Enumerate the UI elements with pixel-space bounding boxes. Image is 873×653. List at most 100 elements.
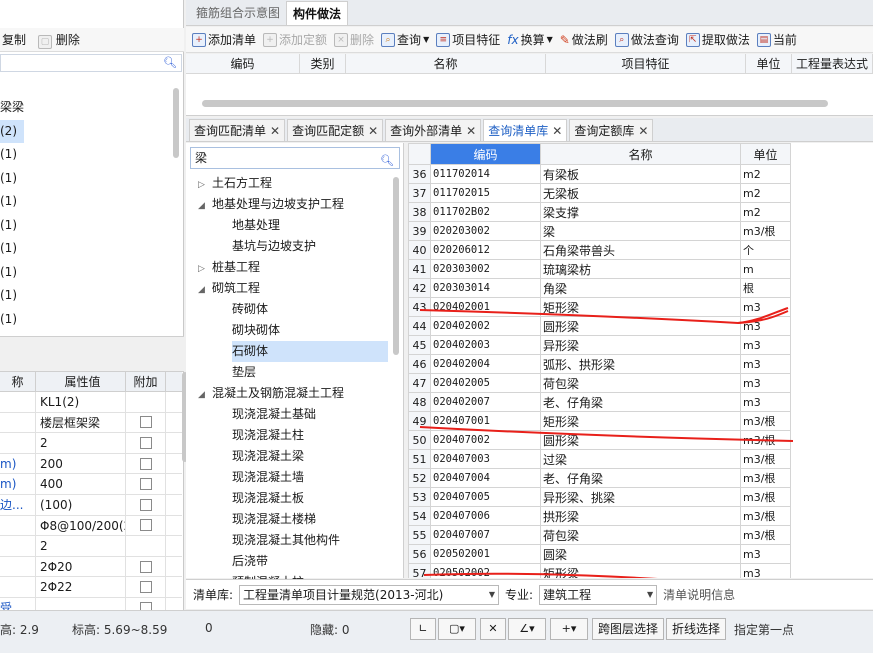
copy-button[interactable]: 复制	[2, 31, 26, 48]
collapse-icon[interactable]: ◢	[198, 280, 212, 299]
cell-name[interactable]: 荷包梁	[540, 525, 741, 545]
property-row[interactable]: KL1(2)	[0, 392, 182, 413]
property-row[interactable]: 2	[0, 536, 182, 557]
table-row[interactable]: 48 020402007 老、仔角梁 m3	[408, 392, 791, 412]
cell-code[interactable]: 020402007	[430, 392, 541, 412]
library-tree-item[interactable]: 现浇混凝土板	[186, 488, 388, 509]
cell-name[interactable]: 石角梁带兽头	[540, 240, 741, 260]
cell-unit[interactable]: m3/根	[740, 430, 791, 450]
extra-checkbox[interactable]	[139, 581, 152, 594]
property-value[interactable]: 400	[36, 474, 126, 494]
collapse-icon[interactable]: ◢	[198, 385, 212, 404]
line-style-icon[interactable]: +▾	[550, 618, 588, 640]
add-list-button[interactable]: + 添加清单	[192, 31, 256, 48]
extra-checkbox[interactable]	[139, 560, 152, 573]
cell-code[interactable]: 020407005	[430, 487, 541, 507]
property-row[interactable]: m) 200	[0, 453, 182, 475]
property-row[interactable]: 边... (100)	[0, 494, 182, 516]
cell-name[interactable]: 角梁	[540, 278, 741, 298]
cell-unit[interactable]: m3/根	[740, 487, 791, 507]
search-icon[interactable]: 🔍︎	[163, 56, 177, 69]
property-row[interactable]: Φ8@100/200(2	[0, 515, 182, 537]
close-icon[interactable]: ✕	[466, 124, 476, 138]
property-value[interactable]: 2	[36, 433, 126, 453]
library-tree-item[interactable]: ◢ 砌筑工程	[186, 278, 388, 299]
table-row[interactable]: 39 020203002 梁 m3/根	[408, 221, 791, 241]
cell-name[interactable]: 老、仔角梁	[540, 468, 741, 488]
table-row[interactable]: 50 020407002 圆形梁 m3/根	[408, 430, 791, 450]
cell-code[interactable]: 020402005	[430, 373, 541, 393]
cell-unit[interactable]: m3/根	[740, 506, 791, 526]
expand-icon[interactable]: ▷	[198, 175, 212, 194]
add-quota-button[interactable]: + 添加定额	[263, 31, 327, 48]
query-tab[interactable]: 查询定额库 ✕	[569, 119, 654, 141]
search-icon[interactable]: 🔍︎	[380, 151, 394, 171]
cell-unit[interactable]: m2	[740, 202, 791, 222]
library-tree-item[interactable]: ▷ 桩基工程	[186, 257, 388, 278]
list-explain-link[interactable]: 清单说明信息	[663, 586, 735, 603]
method-brush-button[interactable]: ✎ 做法刷	[560, 31, 608, 48]
query-tab[interactable]: 查询匹配定额 ✕	[287, 119, 384, 141]
close-icon[interactable]: ✕	[552, 124, 562, 138]
library-tree-item[interactable]: 基坑与边坡支护	[186, 236, 388, 257]
table-row[interactable]: 46 020402004 弧形、拱形梁 m3	[408, 354, 791, 374]
table-row[interactable]: 47 020402005 荷包梁 m3	[408, 373, 791, 393]
property-row[interactable]: 2	[0, 433, 182, 454]
project-feature-button[interactable]: ≡ 项目特征	[436, 31, 500, 48]
tree-item[interactable]: (1)	[0, 237, 168, 261]
table-row[interactable]: 41 020303002 琉璃梁枋 m	[408, 259, 791, 279]
query-tab[interactable]: 查询清单库 ✕	[483, 119, 568, 141]
left-search-input[interactable]: 🔍︎	[0, 54, 182, 72]
cell-name[interactable]: 琉璃梁枋	[540, 259, 741, 279]
delete-button[interactable]: × 删除	[334, 31, 374, 48]
table-row[interactable]: 52 020407004 老、仔角梁 m3/根	[408, 468, 791, 488]
property-row[interactable]: 楼层框架梁	[0, 412, 182, 434]
library-search-input[interactable]: 梁 🔍︎	[190, 147, 400, 169]
library-tree-item[interactable]: 砌块砌体	[186, 320, 388, 341]
cell-code[interactable]: 020407001	[430, 411, 541, 431]
ortho-icon[interactable]: ∟	[410, 618, 436, 640]
cell-name[interactable]: 异形梁	[540, 335, 741, 355]
cell-unit[interactable]: m3/根	[740, 221, 791, 241]
table-row[interactable]: 51 020407003 过梁 m3/根	[408, 449, 791, 469]
property-row[interactable]: 2Φ22	[0, 577, 182, 598]
cell-name[interactable]: 拱形梁	[540, 506, 741, 526]
cell-unit[interactable]: m3/根	[740, 411, 791, 431]
library-tree-item[interactable]: 垫层	[186, 362, 388, 383]
cell-unit[interactable]: m3	[740, 392, 791, 412]
tab-component-method[interactable]: 构件做法	[286, 1, 349, 25]
cell-unit[interactable]: m3	[740, 373, 791, 393]
table-row[interactable]: 37 011702015 无梁板 m2	[408, 183, 791, 203]
tree-item[interactable]: (1)	[0, 190, 168, 214]
snap-icon[interactable]: ▢▾	[438, 618, 476, 640]
cell-name[interactable]: 梁	[540, 221, 741, 241]
scrollbar[interactable]	[393, 177, 399, 355]
library-tree-item[interactable]: 现浇混凝土其他构件	[186, 530, 388, 551]
cell-unit[interactable]: m3	[740, 297, 791, 317]
list-lib-select[interactable]: 工程量清单项目计量规范(2013-河北) ▼	[239, 584, 500, 605]
table-row[interactable]: 42 020303014 角梁根	[408, 278, 791, 298]
cell-name[interactable]: 有梁板	[540, 164, 741, 184]
close-icon[interactable]: ✕	[638, 124, 648, 138]
col-unit[interactable]: 单位	[740, 143, 791, 165]
extra-checkbox[interactable]	[139, 416, 152, 429]
cell-code[interactable]: 020303014	[430, 278, 541, 298]
cell-name[interactable]: 弧形、拱形梁	[540, 354, 741, 374]
cell-unit[interactable]: 个	[740, 240, 791, 260]
cell-unit[interactable]: m3	[740, 316, 791, 336]
property-value[interactable]: Φ8@100/200(2	[36, 515, 126, 536]
method-query-button[interactable]: ⌕ 做法查询	[614, 31, 679, 48]
cell-unit[interactable]: m2	[740, 164, 791, 184]
cell-unit[interactable]: m3	[740, 354, 791, 374]
cell-name[interactable]: 圆梁	[540, 544, 741, 564]
library-tree-item[interactable]: ▷ 土石方工程	[186, 173, 388, 194]
library-tree-item[interactable]: 现浇混凝土墙	[186, 467, 388, 488]
cell-unit[interactable]: m3/根	[740, 449, 791, 469]
scrollbar[interactable]	[173, 88, 179, 158]
current-button[interactable]: ▤ 当前	[756, 31, 797, 48]
close-icon[interactable]: ✕	[368, 124, 378, 138]
col-code[interactable]: 编码	[430, 143, 541, 165]
library-tree-item[interactable]: 石砌体	[186, 341, 388, 362]
cell-name[interactable]: 老、仔角梁	[540, 392, 741, 412]
cell-name[interactable]: 过梁	[540, 449, 741, 469]
